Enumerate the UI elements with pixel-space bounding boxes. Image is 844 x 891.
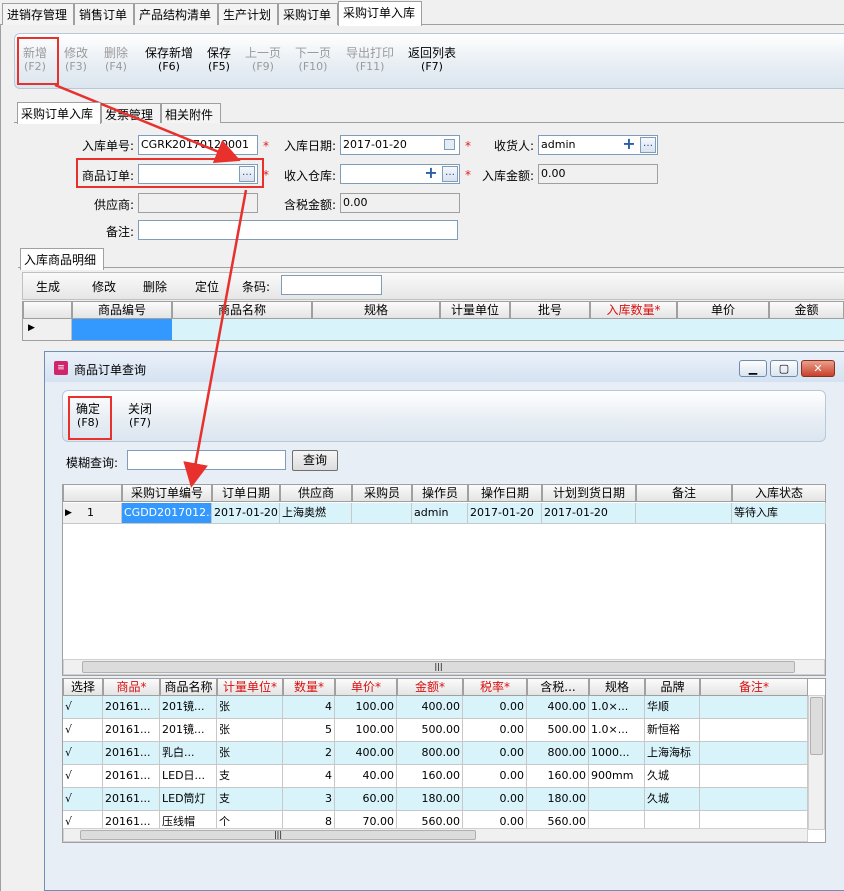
annotation-arrows (54, 83, 248, 488)
tab-purchase-receipt[interactable]: 采购订单入库 (338, 1, 422, 26)
subtab-receipt[interactable]: 采购订单入库 (17, 102, 101, 124)
tab-detail[interactable]: 入库商品明细 (20, 248, 104, 270)
